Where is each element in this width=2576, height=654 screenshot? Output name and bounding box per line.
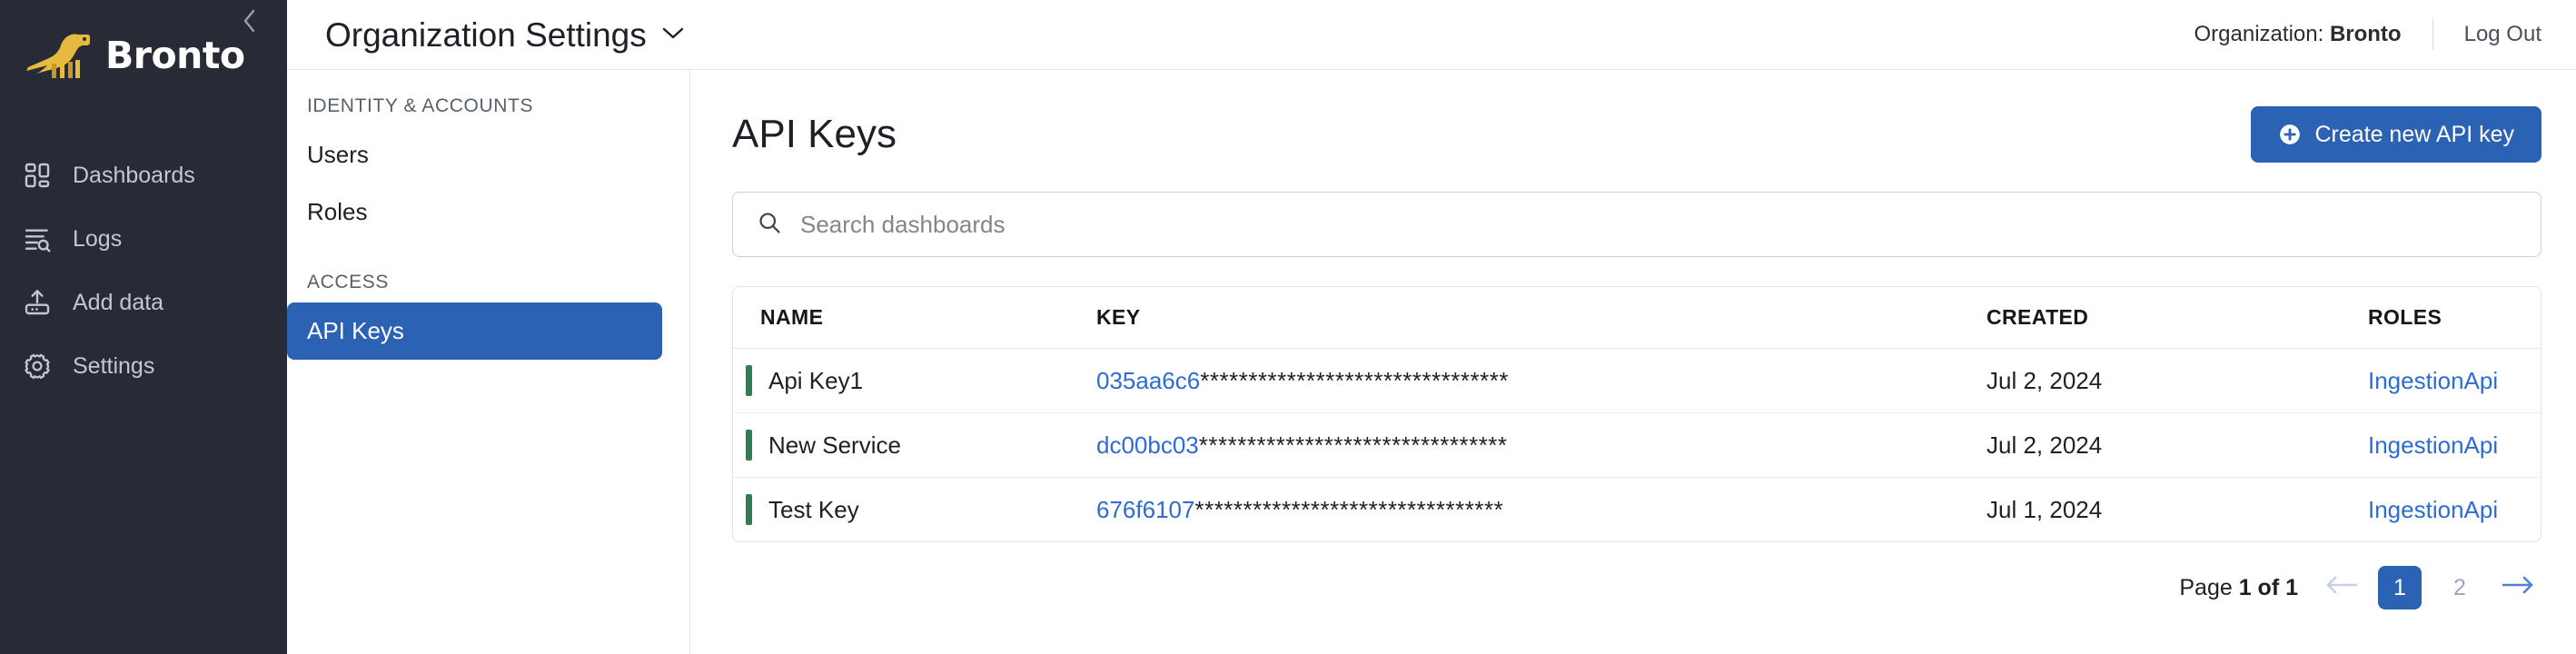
pagination-label: Page 1 of 1 [2179,575,2298,601]
organization-name: Bronto [2329,22,2402,46]
sidebar-item-roles[interactable]: Roles [287,183,662,241]
api-key-name: New Service [768,431,901,459]
cell-roles: IngestionApi [2368,412,2541,478]
sidebar-item-settings[interactable]: Settings [0,334,287,398]
topbar-divider [2432,19,2433,50]
api-keys-table-card: NAME KEY CREATED ROLES Api Key1 035aa6c6… [732,286,2541,542]
column-header-created[interactable]: CREATED [1986,287,2368,349]
api-keys-table: NAME KEY CREATED ROLES Api Key1 035aa6c6… [733,287,2541,541]
api-key-mask: ******************************** [1194,495,1504,523]
cell-key: 035aa6c6******************************** [1096,348,1986,413]
sidebar-item-label: Logs [73,225,123,252]
main-region: Organization Settings Organization: Bron… [287,0,2576,654]
api-key-prefix[interactable]: 676f6107 [1096,496,1194,523]
api-key-prefix[interactable]: dc00bc03 [1096,431,1199,459]
cell-key: dc00bc03******************************** [1096,412,1986,478]
cell-created: Jul 1, 2024 [1986,495,2103,523]
cell-created: Jul 2, 2024 [1986,348,2368,413]
pagination-next-button[interactable] [2498,568,2538,608]
logout-button[interactable]: Log Out [2464,22,2541,47]
arrow-left-icon [2324,573,2359,603]
logs-search-icon [22,223,53,254]
sidebar-item-label: Add data [73,289,164,315]
cell-roles: IngestionApi [2368,478,2541,542]
pagination-page-2[interactable]: 2 [2438,566,2482,609]
top-bar: Organization Settings Organization: Bron… [287,0,2576,69]
cell-created: Jul 2, 2024 [1986,412,2368,478]
gear-icon [22,351,53,382]
column-header-name[interactable]: NAME [733,287,1096,349]
api-key-mask: ******************************** [1200,366,1510,394]
table-row[interactable]: Test Key 676f6107***********************… [733,478,2541,542]
brand-name: Bronto [105,33,245,77]
api-key-mask: ******************************** [1198,431,1508,459]
arrow-right-icon [2501,573,2535,603]
pagination: Page 1 of 1 1 2 [732,542,2541,609]
cell-name: New Service [733,412,1096,478]
api-key-name: Test Key [768,495,859,523]
create-new-api-key-label: Create new API key [2314,121,2514,147]
status-indicator-bar [746,494,752,525]
search-bar[interactable] [732,192,2541,257]
table-row[interactable]: New Service dc00bc03********************… [733,412,2541,478]
primary-nav-list: Dashboards Logs Add data Settings [0,144,287,398]
chevron-left-icon [240,7,260,35]
sidebar-item-label: Dashboards [73,162,195,188]
settings-sidebar: IDENTITY & ACCOUNTS Users Roles ACCESS A… [287,69,690,654]
sidebar-item-logs[interactable]: Logs [0,207,287,271]
sidebar-item-label: Settings [73,352,155,379]
chevron-down-icon [661,25,685,45]
status-indicator-bar [746,365,752,396]
column-header-key[interactable]: KEY [1096,287,1986,349]
pagination-page-1[interactable]: 1 [2378,566,2422,609]
cell-key: 676f6107******************************** [1096,478,1986,542]
cell-name: Test Key [733,478,1096,542]
sidebar-collapse-button[interactable] [236,7,263,35]
plus-circle-icon [2278,123,2302,146]
top-bar-right: Organization: Bronto Log Out [2195,19,2541,50]
role-link[interactable]: IngestionApi [2368,367,2498,394]
column-header-roles[interactable]: ROLES [2368,287,2541,349]
create-new-api-key-button[interactable]: Create new API key [2251,106,2541,163]
pagination-label-prefix: Page [2179,574,2239,600]
table-header-row: NAME KEY CREATED ROLES [733,287,2541,349]
cell-roles: IngestionApi [2368,348,2541,413]
dashboard-grid-icon [22,160,53,191]
pagination-label-value: 1 of 1 [2238,574,2298,600]
organization-label: Organization: [2194,22,2330,46]
cell-name: Api Key1 [733,348,1096,413]
subnav-group-title-access: ACCESS [307,272,389,292]
pagination-prev-button[interactable] [2322,568,2362,608]
brontosaurus-logo-icon [24,27,98,84]
api-keys-panel: API Keys Create new API key Search dashb… [690,69,2576,654]
app-root: Bronto Dashboards Logs Add data Settings… [0,0,2576,654]
organization-settings-dropdown[interactable]: Organization Settings [325,18,685,52]
upload-data-icon [22,287,53,318]
search-icon [757,210,782,240]
subnav-spacer [287,241,689,272]
sidebar-item-users[interactable]: Users [287,126,662,183]
subnav-group-title-identity: IDENTITY & ACCOUNTS [307,95,534,116]
role-link[interactable]: IngestionApi [2368,431,2498,459]
panel-header: API Keys Create new API key [732,106,2541,163]
role-link[interactable]: IngestionApi [2368,496,2498,523]
api-key-name: Api Key1 [768,366,864,394]
sidebar-item-add-data[interactable]: Add data [0,271,287,334]
table-body: Api Key1 035aa6c6***********************… [733,348,2541,542]
sidebar-item-dashboards[interactable]: Dashboards [0,144,287,207]
content-row: IDENTITY & ACCOUNTS Users Roles ACCESS A… [287,69,2576,654]
page-context-title: Organization Settings [325,15,647,54]
table-head: NAME KEY CREATED ROLES [733,287,2541,349]
table-row[interactable]: Api Key1 035aa6c6***********************… [733,348,2541,413]
api-key-prefix[interactable]: 035aa6c6 [1096,367,1200,394]
status-indicator-bar [746,430,752,461]
sidebar-item-api-keys[interactable]: API Keys [287,302,662,360]
page-title: API Keys [732,112,897,156]
search-input[interactable] [800,210,2517,239]
primary-sidebar: Bronto Dashboards Logs Add data Settings [0,0,287,654]
